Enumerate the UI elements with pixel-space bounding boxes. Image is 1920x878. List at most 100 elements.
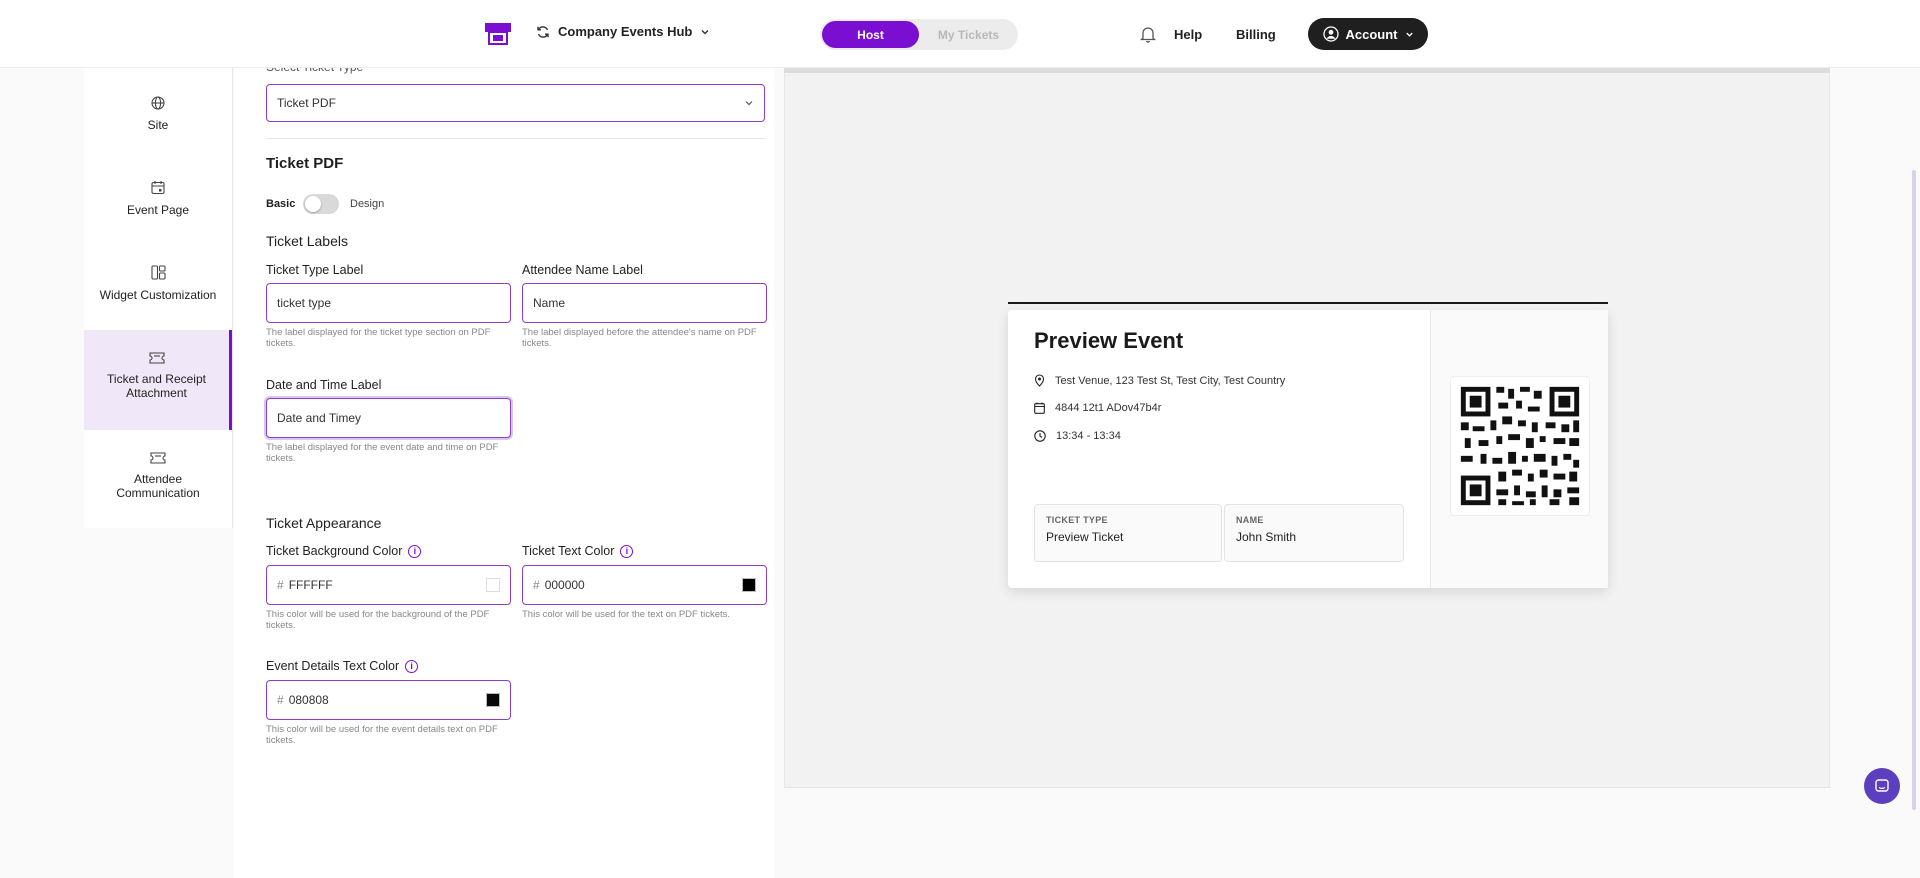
brand-logo-icon[interactable] (484, 20, 514, 48)
toggle-label-basic: Basic (266, 198, 296, 210)
ticket-labels-heading: Ticket Labels (266, 233, 348, 249)
calendar-icon (1034, 402, 1045, 414)
sidebar-item-site[interactable]: Site (84, 96, 232, 156)
basic-design-toggle[interactable] (303, 194, 339, 214)
sidebar-item-label: Widget Customization (99, 288, 217, 302)
input-value: 080808 (288, 693, 329, 707)
workspace-name: Company Events Hub (558, 24, 693, 39)
sidebar-item-label: Ticket and Receipt Attachment (107, 372, 206, 400)
clock-icon (1034, 430, 1046, 442)
text-color-input[interactable]: #000000 (522, 565, 767, 605)
time-text: 13:34 - 13:34 (1056, 430, 1121, 442)
ticket-icon (150, 452, 166, 464)
ticket-type-select-value: Ticket PDF (277, 96, 336, 110)
field-label: Date and Time Label (266, 378, 382, 392)
details-color-help: This color will be used for the event de… (266, 724, 498, 746)
venue-text: Test Venue, 123 Test St, Test City, Test… (1055, 374, 1286, 387)
date-time-label-input[interactable]: Date and Timey (266, 398, 511, 438)
sidebar-item-attendee-communication[interactable]: Attendee Communication (84, 452, 232, 512)
sidebar-item-widget-customization[interactable]: Widget Customization (84, 265, 232, 325)
tab-host[interactable]: Host (822, 21, 919, 48)
details-color-label: Event Details Text Color i (266, 659, 419, 673)
event-title: Preview Event (1034, 328, 1184, 353)
field-label: Event Details Text Color (266, 659, 400, 673)
bg-color-label: Ticket Background Color i (266, 544, 422, 558)
ticket-type-help: The label displayed for the ticket type … (266, 327, 491, 349)
sidebar-item-label: Site (147, 118, 169, 132)
field-label: Ticket Text Color (522, 544, 615, 558)
settings-form (234, 68, 774, 878)
chevron-down-icon (745, 101, 753, 106)
ticket-type-key: TICKET TYPE (1046, 515, 1108, 525)
input-value: 000000 (544, 578, 585, 592)
attendee-name-key: NAME (1236, 515, 1264, 525)
scrollbar[interactable] (1912, 170, 1916, 810)
input-value: FFFFFF (288, 578, 333, 592)
text-color-label: Ticket Text Color i (522, 544, 634, 558)
chat-icon (1875, 779, 1889, 792)
sidebar-item-ticket-receipt[interactable]: Ticket and Receipt Attachment (84, 330, 232, 430)
user-icon (1322, 26, 1339, 42)
sidebar-item-event-page[interactable]: Event Page (84, 180, 232, 240)
sidebar: Site Event Page Widget Customization Tic… (84, 68, 233, 528)
ticket-appearance-heading: Ticket Appearance (266, 515, 382, 531)
chevron-down-icon (1405, 32, 1413, 37)
attendee-name-box: NAME John Smith (1224, 504, 1404, 562)
attendee-name-label-title: Attendee Name Label (522, 263, 643, 277)
bg-color-help: This color will be used for the backgrou… (266, 609, 490, 631)
input-value-wrap: #000000 (533, 578, 585, 592)
color-swatch[interactable] (742, 578, 756, 592)
tab-my-tickets[interactable]: My Tickets (921, 21, 1016, 48)
date-time-label-title: Date and Time Label (266, 378, 381, 392)
input-value-wrap: # FFFFFF (277, 578, 333, 592)
section-title: Ticket PDF (266, 155, 344, 172)
attendee-name-value: John Smith (1236, 530, 1297, 544)
chat-launcher-button[interactable] (1864, 768, 1900, 804)
qr-code-icon (1450, 376, 1590, 516)
input-value: ticket type (277, 296, 332, 310)
info-icon[interactable]: i (408, 544, 422, 558)
attendee-name-label-input[interactable]: Name (522, 283, 767, 323)
venue-row: Test Venue, 123 Test St, Test City, Test… (1034, 374, 1285, 387)
account-button[interactable]: Account (1308, 18, 1428, 50)
ticket-type-label-input[interactable]: ticket type (266, 283, 511, 323)
ticket-type-box: TICKET TYPE Preview Ticket (1034, 504, 1222, 562)
account-label: Account (1345, 26, 1398, 42)
color-swatch[interactable] (486, 693, 500, 707)
toggle-knob (305, 196, 321, 212)
divider (266, 138, 766, 139)
mode-switch: Host My Tickets (820, 19, 1018, 50)
input-value: Name (533, 296, 566, 310)
hash-prefix: # (277, 693, 284, 707)
top-bar: Company Events Hub Host My Tickets Help … (0, 0, 1920, 68)
globe-icon (151, 96, 165, 110)
date-row: 4844 12t1 ADov47b4r (1034, 402, 1161, 414)
details-color-input[interactable]: #080808 (266, 680, 511, 720)
time-row: 13:34 - 13:34 (1034, 430, 1121, 442)
help-link[interactable]: Help (1174, 27, 1202, 42)
ticket-preview: Preview Event Test Venue, 123 Test St, T… (1008, 310, 1608, 588)
ticket-type-select[interactable]: Ticket PDF (266, 84, 765, 122)
ticket-type-label-title: Ticket Type Label (266, 263, 363, 277)
attendee-name-help: The label displayed before the attendee'… (522, 327, 757, 349)
preview-top-bar (784, 68, 1830, 73)
hash-prefix: # (533, 578, 540, 592)
bg-color-input[interactable]: # FFFFFF (266, 565, 511, 605)
text-color-help: This color will be used for the text on … (522, 609, 731, 620)
field-label: Attendee Name Label (522, 263, 643, 277)
ticket-type-value: Preview Ticket (1046, 530, 1124, 544)
input-value-wrap: #080808 (277, 693, 329, 707)
ticket-icon (148, 352, 165, 364)
info-icon[interactable]: i (620, 544, 634, 558)
billing-link[interactable]: Billing (1236, 27, 1276, 42)
bell-icon[interactable] (1140, 25, 1156, 43)
sidebar-item-label: Event Page (126, 203, 190, 217)
workspace-switcher[interactable]: Company Events Hub (536, 24, 710, 39)
info-icon[interactable]: i (405, 659, 419, 673)
widget-icon (150, 265, 166, 280)
color-swatch[interactable] (486, 578, 500, 592)
location-pin-icon (1034, 374, 1045, 387)
field-label: Ticket Type Label (266, 263, 364, 277)
sidebar-item-label: Attendee Communication (116, 472, 200, 500)
toggle-label-design: Design (350, 198, 385, 210)
